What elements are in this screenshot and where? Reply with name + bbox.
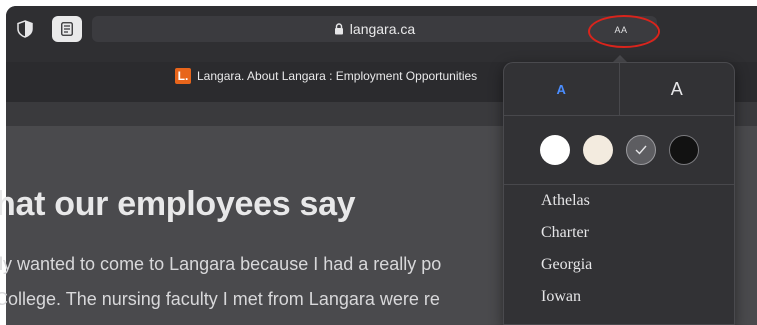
increase-text-size-button[interactable]: A (618, 63, 735, 115)
font-option[interactable]: Charter (504, 217, 734, 249)
reader-view-button[interactable] (52, 16, 82, 42)
page-heading: hat our employees say (0, 185, 356, 223)
reader-view-icon (61, 22, 73, 36)
font-option[interactable]: Iowan (504, 281, 734, 313)
checkmark-icon (635, 145, 647, 155)
theme-white-swatch[interactable] (539, 135, 570, 165)
font-list: Athelas Charter Georgia Iowan (504, 185, 734, 313)
paragraph-line-2: College. The nursing faculty I met from … (0, 289, 440, 309)
text-size-control: A A (504, 63, 734, 116)
theme-sepia-swatch[interactable] (582, 135, 613, 165)
font-option[interactable]: Georgia (504, 249, 734, 281)
url-text: langara.ca (349, 21, 416, 37)
theme-swatches (504, 116, 734, 185)
decrease-text-size-button[interactable]: A (504, 63, 619, 115)
annotation-highlight-circle (588, 15, 660, 48)
address-bar[interactable]: langara.ca (92, 16, 657, 42)
theme-black-swatch[interactable] (668, 135, 699, 165)
font-option[interactable]: Athelas (504, 185, 734, 217)
site-favicon: L. (175, 68, 191, 84)
theme-gray-swatch[interactable] (625, 135, 656, 165)
lock-icon (334, 23, 343, 35)
tab-title[interactable]: Langara. About Langara : Employment Oppo… (197, 68, 507, 84)
url-display[interactable]: langara.ca (92, 16, 657, 42)
paragraph-line-1: lly wanted to come to Langara because I … (0, 254, 442, 274)
reader-appearance-popover: A A Athelas Charter Georgia Iowan (503, 62, 735, 325)
privacy-shield-icon[interactable] (17, 20, 33, 38)
